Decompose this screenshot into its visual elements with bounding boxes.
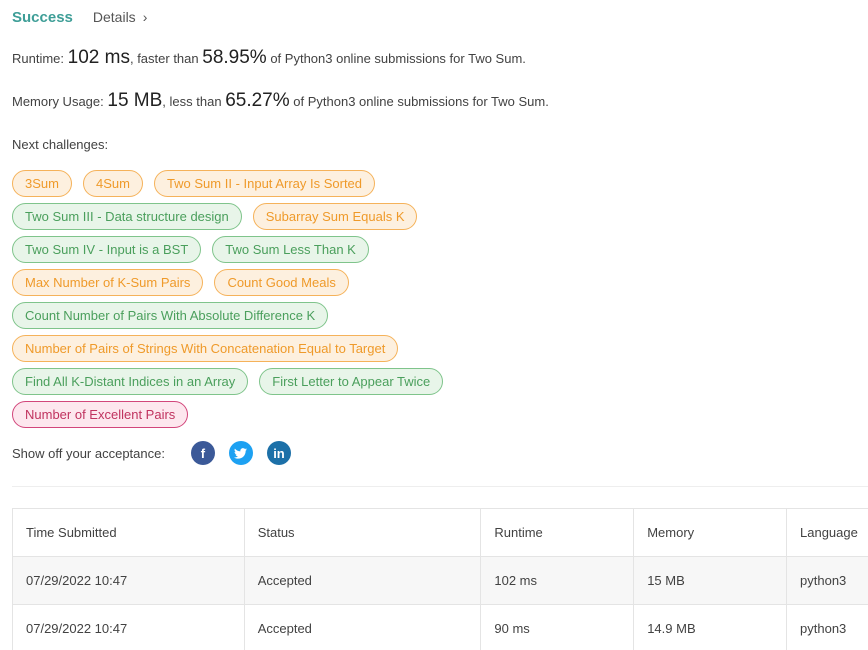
table-cell: 102 ms bbox=[480, 556, 635, 605]
next-challenges-label: Next challenges: bbox=[12, 137, 109, 152]
column-header: Runtime bbox=[480, 508, 635, 557]
details-link[interactable]: Details › bbox=[93, 9, 147, 25]
challenge-tag[interactable]: Number of Pairs of Strings With Concaten… bbox=[12, 335, 399, 362]
challenge-tag[interactable]: 4Sum bbox=[82, 170, 143, 197]
table-row: 07/29/2022 10:47 Accepted 90 ms 14.9 MB pyth… bbox=[12, 604, 868, 650]
memory-stat: Memory Usage: 15 MB, less than 65.27% of… bbox=[12, 90, 549, 112]
column-header: Status bbox=[243, 508, 482, 557]
challenge-tag[interactable]: Find All K-Distant Indices in an Array bbox=[12, 368, 249, 395]
column-header: Language bbox=[786, 508, 868, 557]
challenge-row: Count Number of Pairs With Absolute Diff… bbox=[12, 302, 868, 329]
table-cell: 90 ms bbox=[480, 604, 635, 650]
chevron-right-icon: › bbox=[142, 9, 148, 25]
column-header: Time Submitted bbox=[12, 508, 245, 557]
challenge-row: Max Number of K-Sum Pairs Count Good Meal… bbox=[12, 269, 868, 296]
runtime-stat: Runtime: 102 ms, faster than 58.95% of P… bbox=[12, 47, 526, 69]
table-cell: python3 bbox=[786, 604, 868, 650]
challenge-row: 3Sum 4Sum Two Sum II - Input Array Is Sort… bbox=[12, 170, 868, 197]
share-label: Show off your acceptance: bbox=[12, 445, 165, 461]
memory-percent: 65.27% bbox=[225, 90, 290, 111]
runtime-tail: of Python3 online submissions for Two Su… bbox=[270, 51, 526, 66]
status-link[interactable]: Accepted bbox=[243, 604, 482, 650]
memory-value: 15 MB bbox=[107, 90, 163, 111]
facebook-icon[interactable]: f bbox=[190, 441, 215, 465]
share-icons: f in bbox=[190, 441, 305, 465]
column-header: Memory bbox=[633, 508, 788, 557]
table-row: 07/29/2022 10:47 Accepted 102 ms 15 MB pytho… bbox=[12, 556, 868, 605]
challenge-tag[interactable]: Max Number of K-Sum Pairs bbox=[12, 269, 204, 296]
challenge-tag[interactable]: Number of Excellent Pairs bbox=[12, 401, 189, 428]
challenge-tag[interactable]: Two Sum IV - Input is a BST bbox=[12, 236, 202, 263]
table-cell: python3 bbox=[786, 556, 868, 605]
submission-result-page: Success Details › Runtime: 102 ms, faste… bbox=[0, 0, 868, 650]
runtime-value: 102 ms bbox=[67, 47, 130, 68]
challenge-tag[interactable]: 3Sum bbox=[12, 170, 72, 197]
twitter-icon[interactable] bbox=[228, 441, 253, 465]
challenge-row: Two Sum III - Data structure design Subar… bbox=[12, 203, 868, 230]
memory-label: Memory Usage: bbox=[12, 94, 104, 109]
details-label: Details bbox=[92, 9, 136, 25]
challenge-row: Find All K-Distant Indices in an Array Fi… bbox=[12, 368, 868, 395]
challenge-tag[interactable]: Two Sum Less Than K bbox=[212, 236, 369, 263]
memory-tail: of Python3 online submissions for Two Su… bbox=[293, 94, 549, 109]
challenge-tag[interactable]: Subarray Sum Equals K bbox=[252, 203, 418, 230]
runtime-mid: , faster than bbox=[129, 51, 199, 66]
runtime-label: Runtime: bbox=[12, 51, 65, 66]
next-challenges-list: 3Sum 4Sum Two Sum II - Input Array Is Sort… bbox=[12, 170, 868, 434]
share-section: Show off your acceptance: f in bbox=[12, 440, 305, 466]
table-header-row: Time Submitted Status Runtime Memory Languag… bbox=[12, 508, 868, 557]
challenge-row: Two Sum IV - Input is a BST Two Sum Less … bbox=[12, 236, 868, 263]
table-cell: 14.9 MB bbox=[633, 604, 788, 650]
status-title: Success bbox=[12, 8, 73, 26]
status-link[interactable]: Accepted bbox=[243, 556, 482, 605]
divider bbox=[12, 486, 868, 487]
challenge-tag[interactable]: First Letter to Appear Twice bbox=[259, 368, 444, 395]
challenge-tag[interactable]: Count Number of Pairs With Absolute Diff… bbox=[12, 302, 329, 329]
submissions-table: Time Submitted Status Runtime Memory Languag… bbox=[12, 508, 868, 650]
result-header: Success Details › bbox=[12, 7, 147, 27]
table-cell: 07/29/2022 10:47 bbox=[12, 556, 245, 605]
challenge-tag[interactable]: Two Sum III - Data structure design bbox=[12, 203, 242, 230]
challenge-tag[interactable]: Count Good Meals bbox=[214, 269, 349, 296]
challenge-row: Number of Excellent Pairs bbox=[12, 401, 868, 428]
table-cell: 07/29/2022 10:47 bbox=[12, 604, 245, 650]
runtime-percent: 58.95% bbox=[202, 47, 267, 68]
memory-mid: , less than bbox=[162, 94, 222, 109]
challenge-row: Number of Pairs of Strings With Concaten… bbox=[12, 335, 868, 362]
table-cell: 15 MB bbox=[633, 556, 788, 605]
linkedin-icon[interactable]: in bbox=[266, 441, 291, 465]
challenge-tag[interactable]: Two Sum II - Input Array Is Sorted bbox=[153, 170, 376, 197]
